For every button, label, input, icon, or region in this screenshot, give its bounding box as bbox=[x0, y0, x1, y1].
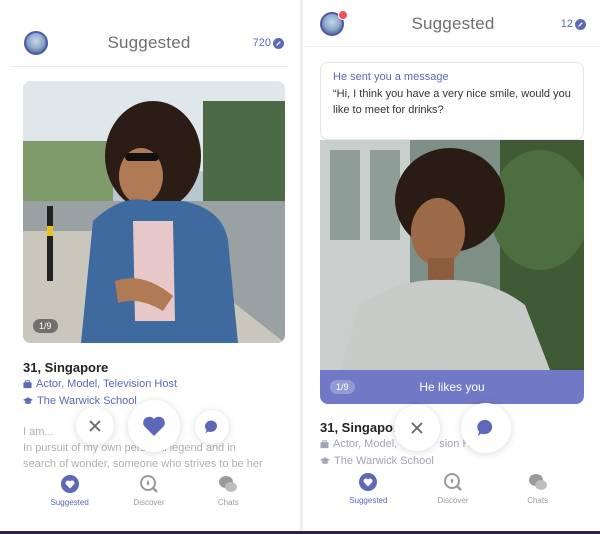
school-line: The Warwick School bbox=[320, 455, 434, 467]
tab-label: Suggested bbox=[50, 498, 89, 507]
graduation-cap-icon bbox=[320, 456, 330, 464]
tab-discover[interactable]: Discover bbox=[418, 472, 488, 505]
chat-bubbles-icon bbox=[218, 474, 238, 494]
chat-bubble-icon bbox=[204, 420, 217, 434]
right-header: Suggested 12 bbox=[306, 10, 600, 38]
message-preview[interactable]: He sent you a message “Hi, I think you h… bbox=[320, 62, 584, 140]
tab-chats[interactable]: Chats bbox=[503, 472, 573, 505]
discover-icon bbox=[139, 474, 159, 494]
tab-chats[interactable]: Chats bbox=[193, 474, 263, 507]
school-text: The Warwick School bbox=[334, 455, 434, 467]
briefcase-icon bbox=[23, 379, 32, 388]
tab-label: Chats bbox=[217, 498, 239, 507]
like-button[interactable] bbox=[128, 400, 180, 452]
occupation-text: Actor, Model, Television Host bbox=[36, 378, 178, 390]
left-header: Suggested 720 bbox=[0, 28, 298, 58]
credits-counter[interactable]: 12 bbox=[561, 18, 586, 30]
profile-avatar-button[interactable] bbox=[24, 31, 48, 55]
profile-photo[interactable] bbox=[320, 140, 584, 370]
credits-value: 720 bbox=[252, 37, 271, 49]
tab-suggested[interactable]: Suggested bbox=[333, 472, 403, 505]
message-button[interactable] bbox=[195, 410, 229, 444]
left-screen: Suggested 720 1/9 31, Singapore Actor, M… bbox=[0, 0, 298, 534]
notification-dot bbox=[338, 10, 348, 20]
page-title: Suggested bbox=[411, 14, 495, 33]
tab-discover[interactable]: Discover bbox=[114, 474, 184, 507]
screen-divider bbox=[300, 0, 303, 534]
heart-badge-icon bbox=[358, 472, 378, 492]
tab-label: Suggested bbox=[349, 496, 388, 505]
credits-value: 12 bbox=[560, 18, 573, 30]
pass-button[interactable] bbox=[76, 407, 114, 445]
graduation-cap-icon bbox=[23, 396, 33, 404]
man-photo-illustration bbox=[320, 140, 584, 370]
profile-name-age: 31, Singapore bbox=[23, 360, 109, 375]
tab-label: Discover bbox=[133, 498, 165, 507]
photo-counter: 1/9 bbox=[33, 319, 58, 333]
tab-label: Discover bbox=[437, 496, 469, 505]
heart-icon bbox=[143, 416, 165, 436]
school-text: The Warwick School bbox=[37, 395, 137, 407]
likes-you-banner: 1/9 He likes you bbox=[320, 370, 584, 404]
right-screen: Suggested 12 He sent you a message “Hi, … bbox=[306, 0, 600, 534]
header-divider bbox=[306, 46, 600, 47]
tab-suggested[interactable]: Suggested bbox=[35, 474, 105, 507]
credits-pencil-icon bbox=[273, 37, 284, 49]
chat-bubble-icon bbox=[477, 419, 493, 437]
pass-button[interactable] bbox=[394, 405, 440, 451]
occupation-line: Actor, Model, Television Host bbox=[23, 378, 177, 390]
tab-bar: Suggested Discover Chats bbox=[306, 472, 600, 505]
woman-photo-illustration bbox=[23, 81, 285, 343]
header-divider bbox=[10, 66, 288, 67]
discover-icon bbox=[443, 472, 463, 492]
credits-pencil-icon bbox=[575, 18, 586, 30]
photo-counter: 1/9 bbox=[330, 380, 355, 394]
credits-counter[interactable]: 720 bbox=[253, 37, 284, 49]
tab-bar: Suggested Discover Chats bbox=[0, 474, 298, 507]
message-button[interactable] bbox=[461, 403, 511, 453]
profile-photo[interactable]: 1/9 bbox=[23, 81, 285, 343]
likes-you-label: He likes you bbox=[419, 380, 485, 394]
tab-label: Chats bbox=[527, 496, 549, 505]
message-title: He sent you a message bbox=[333, 71, 449, 83]
profile-name-age: 31, Singapor bbox=[320, 420, 399, 435]
heart-badge-icon bbox=[60, 474, 80, 494]
chat-bubbles-icon bbox=[528, 472, 548, 492]
briefcase-icon bbox=[320, 439, 329, 448]
close-icon bbox=[89, 420, 101, 432]
school-line: The Warwick School bbox=[23, 395, 137, 407]
close-icon bbox=[411, 422, 423, 434]
message-body: “Hi, I think you have a very nice smile,… bbox=[333, 88, 571, 116]
page-title: Suggested bbox=[107, 33, 191, 52]
occupation-text: Actor, Model, bbox=[333, 438, 398, 450]
